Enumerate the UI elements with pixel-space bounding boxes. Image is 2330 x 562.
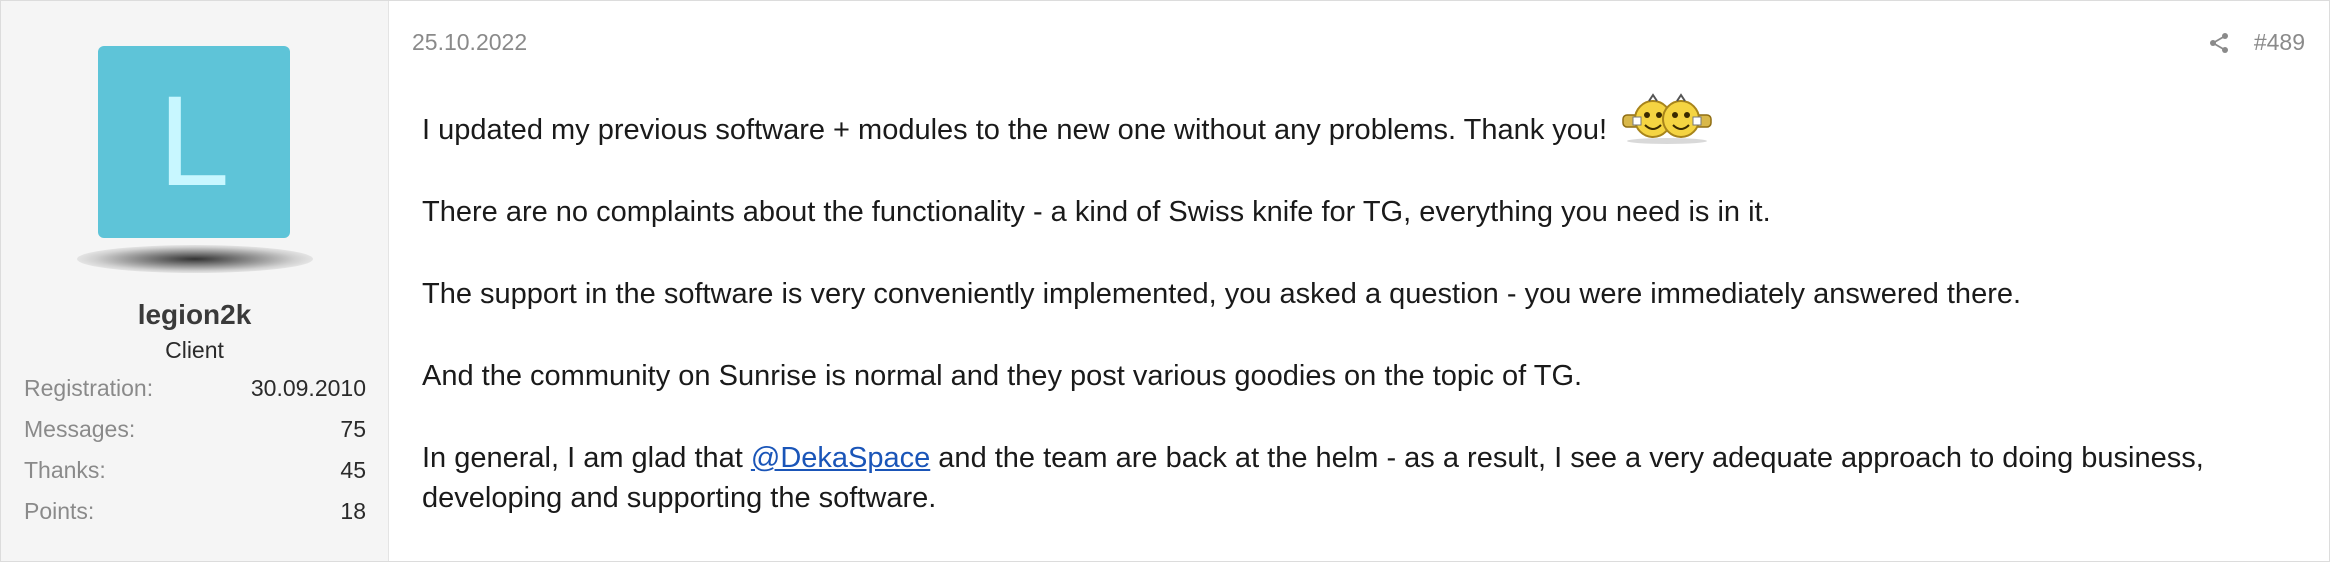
tg-smiley-icon bbox=[1619, 93, 1715, 145]
stat-label: Thanks: bbox=[24, 457, 106, 483]
stat-label: Points: bbox=[24, 498, 95, 524]
post-number-link[interactable]: #489 bbox=[2254, 29, 2305, 56]
stat-row-thanks: Thanks: 45 bbox=[24, 453, 366, 494]
message-body: I updated my previous software + modules… bbox=[422, 93, 2312, 560]
share-icon[interactable] bbox=[2208, 32, 2230, 54]
post-actions: #489 bbox=[2208, 29, 2305, 56]
stat-label: Messages: bbox=[24, 416, 136, 442]
message-paragraph: In general, I am glad that @DekaSpace an… bbox=[422, 438, 2312, 518]
message-paragraph: And the community on Sunrise is normal a… bbox=[422, 360, 1583, 392]
avatar[interactable]: L bbox=[98, 46, 290, 238]
message-panel: 25.10.2022 #489 I updated my previous so… bbox=[389, 1, 2329, 561]
username[interactable]: legion2k bbox=[1, 299, 388, 331]
stat-value: 18 bbox=[340, 498, 366, 524]
forum-post: L legion2k Client Registration: 30.09.20… bbox=[0, 0, 2330, 562]
paragraph-text: In general, I am glad that bbox=[422, 442, 751, 474]
stat-row-messages: Messages: 75 bbox=[24, 412, 366, 453]
stat-label: Registration: bbox=[24, 375, 154, 401]
stat-value: 30.09.2010 bbox=[250, 375, 366, 401]
message-paragraph: The support in the software is very conv… bbox=[422, 278, 2022, 310]
user-info-panel: L legion2k Client Registration: 30.09.20… bbox=[1, 1, 389, 561]
stat-row-registration: Registration: 30.09.2010 bbox=[24, 371, 366, 412]
paragraph-text: I updated my previous software + modules… bbox=[422, 114, 1608, 146]
user-stats: Registration: 30.09.2010 Messages: 75 Th… bbox=[24, 371, 366, 535]
user-title: Client bbox=[165, 337, 224, 363]
post-date[interactable]: 25.10.2022 bbox=[412, 29, 527, 56]
user-mention-link[interactable]: @DekaSpace bbox=[751, 442, 930, 474]
stat-row-points: Points: 18 bbox=[24, 494, 366, 535]
stat-value: 75 bbox=[340, 416, 366, 442]
stat-value: 45 bbox=[340, 457, 366, 483]
message-paragraph: I updated my previous software + modules… bbox=[422, 93, 2312, 150]
message-paragraph: There are no complaints about the functi… bbox=[422, 196, 1771, 228]
avatar-shadow bbox=[77, 245, 313, 273]
